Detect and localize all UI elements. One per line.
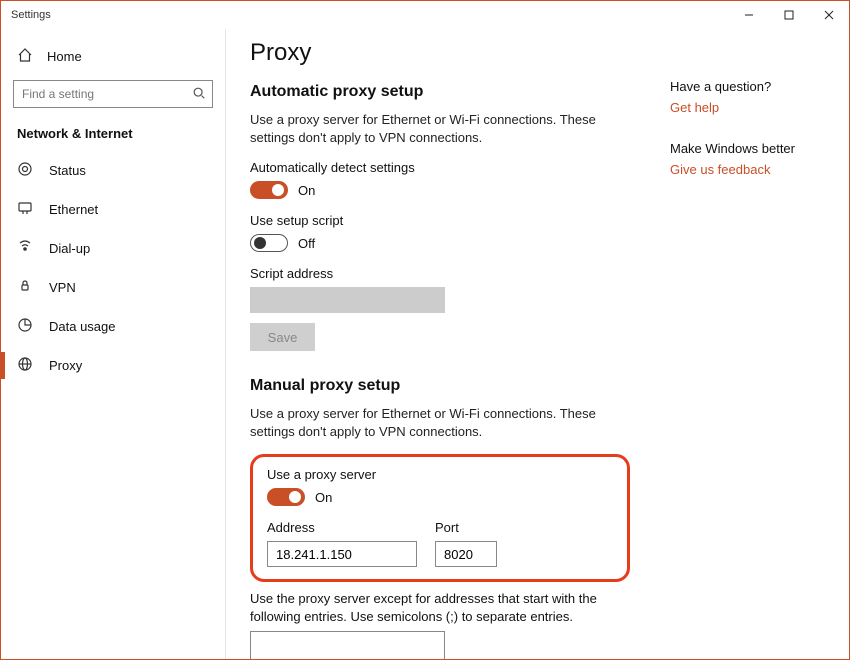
script-address-label: Script address [250,266,630,281]
sidebar-item-label: Status [49,163,86,178]
content: Proxy Automatic proxy setup Use a proxy … [250,39,630,659]
sidebar-item-datausage[interactable]: Data usage [1,307,225,346]
use-proxy-state: On [315,490,332,505]
port-input[interactable] [435,541,497,567]
home-label: Home [47,49,82,64]
use-proxy-toggle[interactable] [267,488,305,506]
script-address-input [250,287,445,313]
dialup-icon [17,239,33,258]
sidebar-section-title: Network & Internet [1,126,225,151]
address-label: Address [267,520,417,535]
proxy-icon [17,356,33,375]
window-controls [729,1,849,29]
sidebar-item-label: Ethernet [49,202,98,217]
window-title: Settings [11,9,51,21]
titlebar: Settings [1,1,849,29]
search-placeholder: Find a setting [22,87,94,101]
search-input[interactable]: Find a setting [13,80,213,108]
close-button[interactable] [809,1,849,29]
vpn-icon [17,278,33,297]
exceptions-input[interactable] [250,631,445,659]
ethernet-icon [17,200,33,219]
setup-script-label: Use setup script [250,213,630,228]
manual-setup-title: Manual proxy setup [250,377,630,395]
auto-detect-toggle[interactable] [250,181,288,199]
use-proxy-label: Use a proxy server [267,467,613,482]
auto-detect-state: On [298,183,315,198]
auto-setup-desc: Use a proxy server for Ethernet or Wi-Fi… [250,111,630,146]
datausage-icon [17,317,33,336]
sidebar-item-label: Proxy [49,358,82,373]
sidebar: Home Find a setting Network & Internet S… [1,29,226,659]
question-heading: Have a question? [670,79,795,94]
search-icon [192,86,206,103]
home-icon [17,47,33,66]
sidebar-item-vpn[interactable]: VPN [1,268,225,307]
maximize-button[interactable] [769,1,809,29]
auto-save-button: Save [250,323,315,351]
aside: Have a question? Get help Make Windows b… [670,39,795,659]
exceptions-desc: Use the proxy server except for addresse… [250,590,630,625]
auto-setup-title: Automatic proxy setup [250,83,630,101]
main: Proxy Automatic proxy setup Use a proxy … [226,29,849,659]
feedback-link[interactable]: Give us feedback [670,162,795,177]
address-input[interactable] [267,541,417,567]
setup-script-toggle[interactable] [250,234,288,252]
sidebar-item-dialup[interactable]: Dial-up [1,229,225,268]
sidebar-item-label: Dial-up [49,241,90,256]
home-button[interactable]: Home [1,41,225,80]
page-title: Proxy [250,39,630,67]
sidebar-item-ethernet[interactable]: Ethernet [1,190,225,229]
setup-script-state: Off [298,236,315,251]
sidebar-item-label: VPN [49,280,76,295]
manual-setup-desc: Use a proxy server for Ethernet or Wi-Fi… [250,405,630,440]
port-label: Port [435,520,497,535]
get-help-link[interactable]: Get help [670,100,795,115]
status-icon [17,161,33,180]
sidebar-item-proxy[interactable]: Proxy [1,346,225,385]
sidebar-item-status[interactable]: Status [1,151,225,190]
minimize-button[interactable] [729,1,769,29]
save-label: Save [268,330,298,345]
sidebar-item-label: Data usage [49,319,116,334]
feedback-heading: Make Windows better [670,141,795,156]
highlight-annotation: Use a proxy server On Address Port [250,454,630,582]
auto-detect-label: Automatically detect settings [250,160,630,175]
